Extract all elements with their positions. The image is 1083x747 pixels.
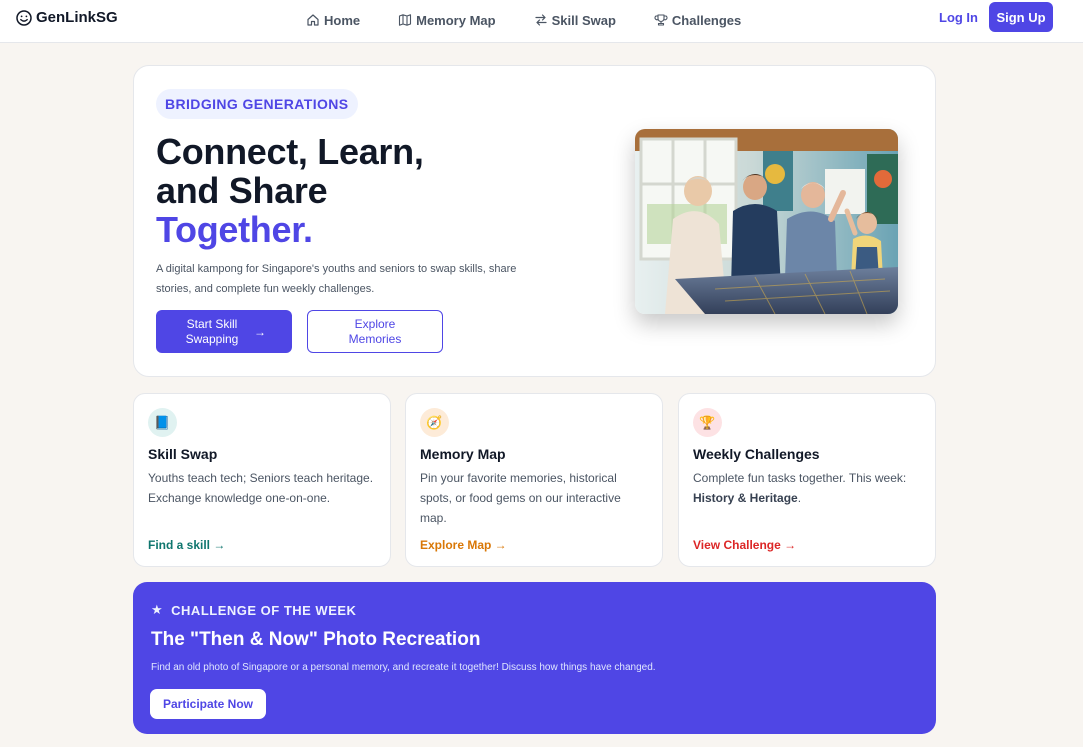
hero-card: BRIDGING GENERATIONS Connect, Learn, and…: [133, 65, 936, 377]
banner-eyebrow-label: CHALLENGE OF THE WEEK: [171, 602, 357, 618]
view-challenge-link[interactable]: View Challenge →: [693, 538, 796, 552]
nav-item-home[interactable]: Home: [306, 10, 360, 30]
card-description-end: .: [797, 491, 802, 505]
login-link[interactable]: Log In: [939, 10, 978, 25]
headline-line-2: and Share: [156, 170, 328, 211]
trophy-icon: [654, 14, 668, 26]
signup-button[interactable]: Sign Up: [989, 2, 1053, 32]
hero-headline: Connect, Learn, and Share Together.: [156, 132, 424, 249]
card-title: Weekly Challenges: [693, 446, 820, 462]
feature-card-skill-swap: 📘 Skill Swap Youths teach tech; Seniors …: [133, 393, 391, 567]
feature-card-memory-map: 🧭 Memory Map Pin your favorite memories,…: [405, 393, 663, 567]
hero-description: A digital kampong for Singapore's youths…: [156, 263, 517, 295]
nav-item-skill-swap[interactable]: Skill Swap: [534, 10, 616, 30]
compass-icon: 🧭: [420, 408, 449, 437]
card-title: Memory Map: [420, 446, 506, 462]
card-title: Skill Swap: [148, 446, 218, 462]
nav-item-label: Memory Map: [416, 12, 496, 28]
hero-photo-illustration: [635, 129, 898, 314]
top-navbar: GenLinkSG Home Memory Map Skill Swap Cha…: [0, 0, 1083, 43]
nav-item-challenges[interactable]: Challenges: [654, 10, 741, 30]
nav-links: Home Memory Map Skill Swap Challenges: [306, 10, 779, 30]
home-icon: [307, 14, 319, 26]
card-description-highlight: History & Heritage: [693, 491, 798, 505]
challenge-of-the-week-banner: ★ CHALLENGE OF THE WEEK The "Then & Now"…: [133, 582, 936, 734]
nav-item-label: Challenges: [671, 12, 742, 28]
card-description: Complete fun tasks together. This week: …: [693, 468, 921, 508]
explore-map-link[interactable]: Explore Map →: [420, 538, 507, 552]
participate-now-button[interactable]: Participate Now: [150, 689, 266, 719]
swap-arrows-icon: [534, 14, 547, 26]
star-icon: ★: [151, 602, 164, 617]
challenge-title: The "Then & Now" Photo Recreation: [151, 629, 481, 650]
start-skill-swapping-button[interactable]: Start Skill Swapping →: [156, 310, 292, 353]
hero-eyebrow-badge: BRIDGING GENERATIONS: [156, 89, 358, 119]
smiley-icon: [16, 9, 32, 26]
nav-item-memory-map[interactable]: Memory Map: [398, 10, 496, 30]
trophy-icon: 🏆: [693, 408, 722, 437]
brand-name: GenLinkSG: [36, 9, 118, 26]
headline-line-1: Connect, Learn,: [156, 131, 424, 172]
nav-item-label: Skill Swap: [551, 12, 616, 28]
book-icon: 📘: [148, 408, 177, 437]
card-description: Pin your favorite memories, historical s…: [420, 471, 621, 525]
challenge-description: Find an old photo of Singapore or a pers…: [151, 662, 656, 673]
button-label: Start Skill Swapping: [185, 316, 239, 346]
card-description: Youths teach tech; Seniors teach heritag…: [148, 471, 374, 505]
feature-card-weekly-challenges: 🏆 Weekly Challenges Complete fun tasks t…: [678, 393, 936, 567]
brand-logo[interactable]: GenLinkSG: [16, 9, 118, 26]
nav-item-label: Home: [324, 12, 361, 28]
find-a-skill-link[interactable]: Find a skill →: [148, 538, 225, 552]
map-icon: [399, 14, 412, 26]
hero-photo: [635, 129, 898, 314]
headline-accent: Together.: [156, 209, 313, 250]
banner-eyebrow: ★ CHALLENGE OF THE WEEK: [151, 602, 356, 618]
arrow-right-icon: →: [254, 324, 266, 339]
card-description-text: Complete fun tasks together. This week:: [693, 471, 907, 485]
explore-memories-button[interactable]: Explore Memories: [307, 310, 443, 353]
